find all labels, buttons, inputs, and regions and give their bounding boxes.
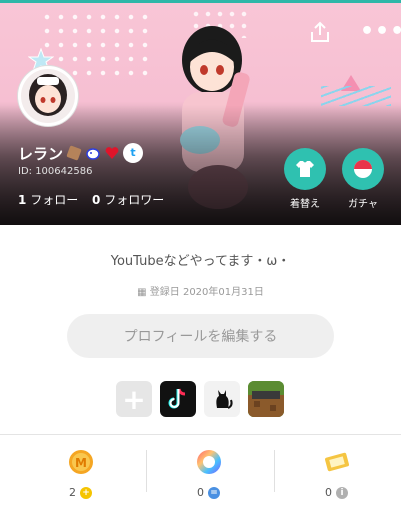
dog-badge-icon <box>86 148 100 160</box>
profile-name: レラン <box>18 145 64 163</box>
avatar[interactable] <box>18 66 78 126</box>
heart-badge-icon <box>105 147 119 159</box>
tiktok-icon[interactable] <box>160 381 196 417</box>
orb-info-icon[interactable]: = <box>208 486 220 499</box>
svg-text:M: M <box>75 456 87 470</box>
minecraft-icon[interactable] <box>248 381 284 417</box>
share-icon[interactable] <box>308 20 332 44</box>
orb-count: 0 <box>197 486 204 499</box>
add-link-button[interactable]: + <box>116 381 152 417</box>
coin-stat[interactable]: M 2 + <box>14 448 147 499</box>
ticket-icon <box>324 452 349 472</box>
calendar-icon: ▦ <box>137 287 147 298</box>
section-divider <box>0 434 401 435</box>
cat-icon[interactable] <box>204 381 240 417</box>
ticket-stat[interactable]: 0i <box>270 448 401 499</box>
color-orb-icon <box>196 450 221 474</box>
follow-stats: 1 フォロー 0 フォロワー <box>18 191 174 208</box>
add-coin-icon[interactable]: + <box>80 486 92 499</box>
profile-badges: t <box>66 143 143 163</box>
banner-stripes-decoration <box>321 86 391 106</box>
ticket-info-icon[interactable]: i <box>336 486 348 499</box>
outfit-label: 着替え <box>290 199 320 210</box>
top-accent-line <box>0 0 401 3</box>
outfit-button[interactable] <box>284 148 326 190</box>
chocolate-badge-icon <box>66 145 82 161</box>
shirt-icon <box>296 161 314 177</box>
edit-profile-button[interactable]: プロフィールを編集する <box>67 314 334 358</box>
avatar-face-icon <box>21 69 75 123</box>
profile-page: ••• レラン t ID: 100642586 1 フォロー 0 フォロワー 着… <box>0 0 401 512</box>
following-link[interactable]: 1 フォロー <box>18 193 78 207</box>
profile-bio: YouTubeなどやってます・ω・ <box>110 254 291 269</box>
gacha-button[interactable] <box>342 148 384 190</box>
coin-count: 2 <box>69 486 76 499</box>
followers-link[interactable]: 0 フォロワー <box>92 193 164 207</box>
more-options-icon[interactable]: ••• <box>360 21 401 43</box>
profile-banner: ••• レラン t ID: 100642586 1 フォロー 0 フォロワー 着… <box>0 0 401 225</box>
twitter-icon[interactable]: t <box>123 143 143 163</box>
user-id: ID: 100642586 <box>18 166 93 177</box>
gacha-label: ガチャ <box>348 199 378 210</box>
linked-services: + <box>116 381 284 417</box>
orb-stat[interactable]: 0 = <box>142 448 275 499</box>
coin-icon: M <box>68 450 93 474</box>
capsule-icon <box>354 160 372 178</box>
ticket-count: 0 <box>325 486 332 499</box>
join-date: ▦ 登録日 2020年01月31日 <box>137 287 264 298</box>
